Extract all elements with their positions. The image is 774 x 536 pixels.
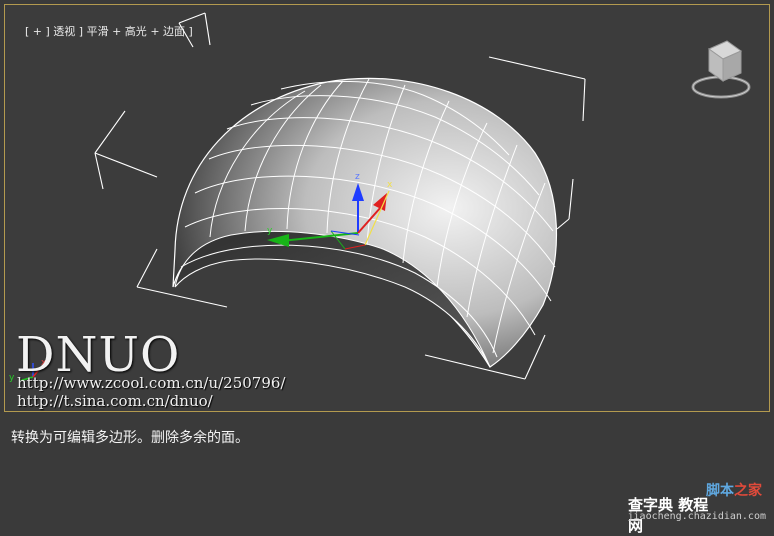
world-axis-label-y: y: [9, 373, 15, 383]
viewcube-icon[interactable]: [691, 40, 751, 99]
tutorial-caption: 转换为可编辑多边形。删除多余的面。: [11, 430, 249, 446]
site-logo-red: 之家: [734, 483, 762, 499]
viewport-perspective[interactable]: [ + ] 透视 ] 平滑 + 高光 + 边面 ] z y x y x DNUO…: [4, 4, 770, 412]
gizmo-label-z: z: [355, 172, 360, 182]
watermark-url-sina: http://t.sina.com.cn/dnuo/: [17, 392, 213, 410]
watermark-url-zcool: http://www.zcool.com.cn/u/250796/: [17, 374, 286, 392]
gizmo-label-x: x: [387, 180, 393, 190]
site-logo-url: jiaocheng.chazidian.com: [627, 511, 766, 522]
gizmo-label-y: y: [267, 226, 273, 236]
site-logo: 脚本之家 查字典 教程网 jiaocheng.chazidian.com: [627, 480, 768, 535]
